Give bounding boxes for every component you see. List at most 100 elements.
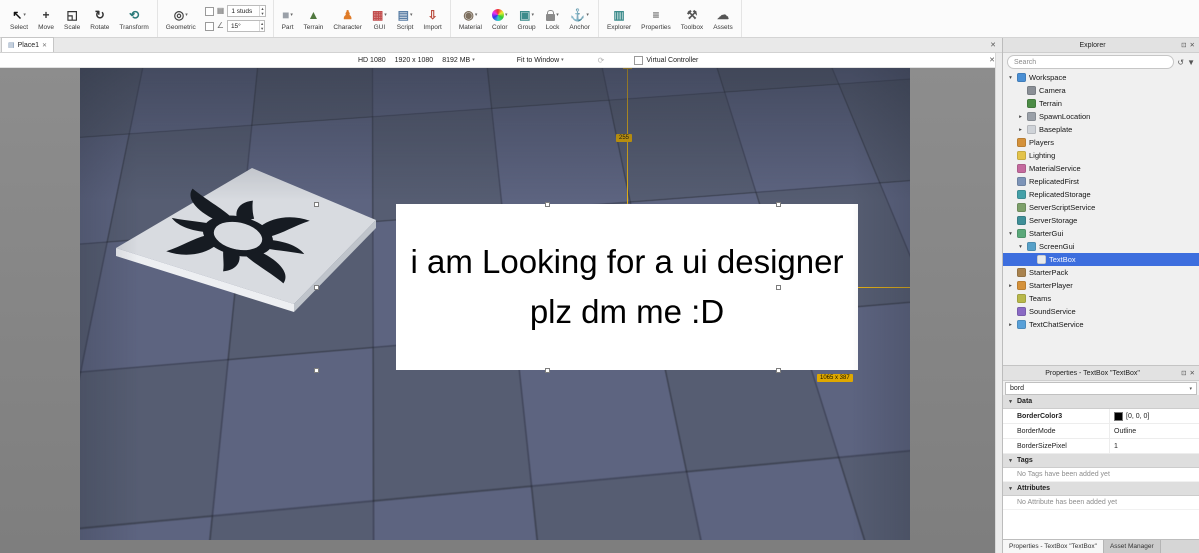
close-panel-icon[interactable]: ✕ bbox=[1190, 369, 1195, 377]
explorer-search-input[interactable]: Search bbox=[1007, 55, 1175, 69]
tree-item-replicatedfirst[interactable]: ReplicatedFirst bbox=[1003, 175, 1199, 188]
close-panel-icon[interactable]: ✕ bbox=[1190, 41, 1195, 49]
tab-place1[interactable]: ▤ Place1 ✕ bbox=[1, 37, 55, 52]
snap-rotate-checkbox[interactable] bbox=[204, 21, 214, 31]
selection-handle[interactable] bbox=[314, 368, 319, 373]
tree-item-spawnlocation[interactable]: ▸ SpawnLocation bbox=[1003, 110, 1199, 123]
ribbon-rotate-button[interactable]: ↻ Rotate bbox=[85, 5, 114, 33]
ribbon-group-button[interactable]: ▣ ▾ Group bbox=[513, 5, 541, 33]
tree-item-lighting[interactable]: Lighting bbox=[1003, 149, 1199, 162]
expander-icon[interactable]: ▸ bbox=[1017, 127, 1024, 133]
tree-item-starterplayer[interactable]: ▸ StarterPlayer bbox=[1003, 279, 1199, 292]
scene-ui-textbox[interactable]: i am Looking for a ui designer plz dm me… bbox=[396, 204, 858, 370]
snap-move-field[interactable]: 1 studs ▴ ▾ bbox=[227, 5, 266, 17]
tab-close-icon[interactable]: ✕ bbox=[42, 42, 47, 49]
tree-item-players[interactable]: Players bbox=[1003, 136, 1199, 149]
ribbon-part-button[interactable]: ■ ▾ Part bbox=[277, 5, 299, 33]
selection-handle[interactable] bbox=[776, 202, 781, 207]
scene-render[interactable]: i am Looking for a ui designer plz dm me… bbox=[80, 68, 910, 540]
tree-item-soundservice[interactable]: SoundService bbox=[1003, 305, 1199, 318]
ribbon-transform-button[interactable]: ⟲ Transform bbox=[114, 5, 153, 33]
snap-move-checkbox[interactable] bbox=[204, 6, 214, 16]
ribbon-label: Explorer bbox=[606, 23, 632, 31]
tree-item-textbox[interactable]: TextBox bbox=[1003, 253, 1199, 266]
ribbon-script-button[interactable]: ▤ ▾ Script bbox=[392, 5, 419, 33]
ribbon-gui-button[interactable]: ▦ ▾ GUI bbox=[367, 5, 392, 33]
tree-item-screengui[interactable]: ▾ ScreenGui bbox=[1003, 240, 1199, 253]
ribbon-lock-button[interactable]: ▾ Lock bbox=[541, 5, 565, 33]
bottom-tab-properties[interactable]: Properties - TextBox "TextBox" bbox=[1003, 540, 1104, 553]
ribbon-properties-button[interactable]: ≡ Properties bbox=[636, 5, 676, 33]
spin-down-icon[interactable]: ▾ bbox=[260, 26, 264, 31]
property-value[interactable]: 1 bbox=[1110, 439, 1199, 453]
bottom-tab-asset-manager[interactable]: Asset Manager bbox=[1103, 540, 1161, 553]
search-history-icon[interactable]: ↺ bbox=[1177, 58, 1184, 67]
selection-handle[interactable] bbox=[314, 285, 319, 290]
section-header-tags[interactable]: ▾ Tags bbox=[1003, 454, 1199, 468]
selection-handle[interactable] bbox=[314, 202, 319, 207]
virtual-controller-checkbox[interactable] bbox=[634, 55, 644, 65]
ribbon-color-button[interactable]: ▾ Color bbox=[487, 5, 513, 33]
resolution-selector[interactable]: 1920 x 1080 bbox=[395, 57, 434, 64]
starterpack-icon bbox=[1017, 268, 1026, 277]
property-row-bordermode: BorderMode Outline bbox=[1003, 424, 1199, 439]
tree-item-workspace[interactable]: ▾ Workspace bbox=[1003, 71, 1199, 84]
tree-item-label: Camera bbox=[1039, 86, 1066, 95]
sync-icon[interactable]: ⟳ bbox=[598, 56, 605, 65]
lighting-icon bbox=[1017, 151, 1026, 160]
spin-down-icon[interactable]: ▾ bbox=[260, 11, 264, 16]
icon-row: ≡ bbox=[652, 8, 659, 23]
tree-item-startergui[interactable]: ▾ StarterGui bbox=[1003, 227, 1199, 240]
ribbon-terrain-button[interactable]: ▲ Terrain bbox=[299, 5, 329, 33]
property-value[interactable]: Outline bbox=[1110, 424, 1199, 438]
expander-icon[interactable]: ▾ bbox=[1007, 231, 1014, 237]
float-panel-icon[interactable]: ⊡ bbox=[1181, 369, 1186, 377]
expander-icon[interactable]: ▾ bbox=[1007, 75, 1014, 81]
snap-rotate-field[interactable]: 15° ▴ ▾ bbox=[226, 20, 266, 32]
memory-selector[interactable]: 8192 MB ▾ bbox=[442, 57, 475, 64]
color-swatch[interactable] bbox=[1114, 411, 1123, 421]
tree-item-camera[interactable]: Camera bbox=[1003, 84, 1199, 97]
properties-filter-input[interactable]: bord ▾ bbox=[1005, 382, 1197, 395]
expander-icon[interactable]: ▾ bbox=[1017, 244, 1024, 250]
ribbon-toolbox-button[interactable]: ⚒ Toolbox bbox=[676, 5, 708, 33]
fit-to-window-selector[interactable]: Fit to Window ▾ bbox=[517, 57, 564, 64]
expander-icon[interactable]: ▸ bbox=[1007, 283, 1014, 289]
ribbon-character-button[interactable]: ♟ Character bbox=[328, 5, 367, 33]
device-selector[interactable]: HD 1080 bbox=[358, 57, 386, 64]
3d-viewport[interactable]: i am Looking for a ui designer plz dm me… bbox=[0, 68, 1002, 553]
expander-icon[interactable]: ▸ bbox=[1017, 114, 1024, 120]
selection-handle[interactable] bbox=[776, 368, 781, 373]
property-value[interactable]: [0, 0, 0] bbox=[1110, 409, 1199, 423]
selection-handle[interactable] bbox=[545, 368, 550, 373]
expander-icon[interactable]: ▸ bbox=[1007, 322, 1014, 328]
ribbon-move-button[interactable]: + Move bbox=[33, 5, 59, 33]
tree-item-terrain[interactable]: Terrain bbox=[1003, 97, 1199, 110]
tree-item-starterpack[interactable]: StarterPack bbox=[1003, 266, 1199, 279]
tree-item-serverscriptservice[interactable]: ServerScriptService bbox=[1003, 201, 1199, 214]
decal-tile-part[interactable] bbox=[110, 164, 382, 316]
ribbon-import-button[interactable]: ⇩ Import bbox=[418, 5, 446, 33]
section-header-attributes[interactable]: ▾ Attributes bbox=[1003, 482, 1199, 496]
ribbon-assets-button[interactable]: ☁ Assets bbox=[708, 5, 738, 33]
tree-item-label: SpawnLocation bbox=[1039, 112, 1091, 121]
tree-item-baseplate[interactable]: ▸ Baseplate bbox=[1003, 123, 1199, 136]
tree-item-replicatedstorage[interactable]: ReplicatedStorage bbox=[1003, 188, 1199, 201]
search-filter-icon[interactable]: ▼ bbox=[1187, 58, 1195, 67]
ribbon-select-button[interactable]: ↖ ▾ Select bbox=[5, 5, 33, 33]
ribbon-material-button[interactable]: ◉ ▾ Material bbox=[454, 5, 487, 33]
tree-item-textchatservice[interactable]: ▸ TextChatService bbox=[1003, 318, 1199, 331]
float-panel-icon[interactable]: ⊡ bbox=[1181, 41, 1186, 49]
ribbon-geometric-button[interactable]: ◎ ▾ Geometric bbox=[161, 5, 201, 33]
selection-handle[interactable] bbox=[545, 202, 550, 207]
ribbon-explorer-button[interactable]: ▥ Explorer bbox=[602, 5, 636, 33]
ribbon-scale-button[interactable]: ◱ Scale bbox=[59, 5, 85, 33]
tree-item-serverstorage[interactable]: ServerStorage bbox=[1003, 214, 1199, 227]
selection-handle[interactable] bbox=[776, 285, 781, 290]
tree-item-teams[interactable]: Teams bbox=[1003, 292, 1199, 305]
tree-item-materialservice[interactable]: MaterialService bbox=[1003, 162, 1199, 175]
tabstrip-close-icon[interactable]: ✕ bbox=[990, 41, 996, 49]
virtual-controller-toggle[interactable]: Virtual Controller bbox=[634, 55, 698, 65]
section-header-data[interactable]: ▾ Data bbox=[1003, 395, 1199, 409]
ribbon-anchor-button[interactable]: ⚓ ▾ Anchor bbox=[564, 5, 595, 33]
